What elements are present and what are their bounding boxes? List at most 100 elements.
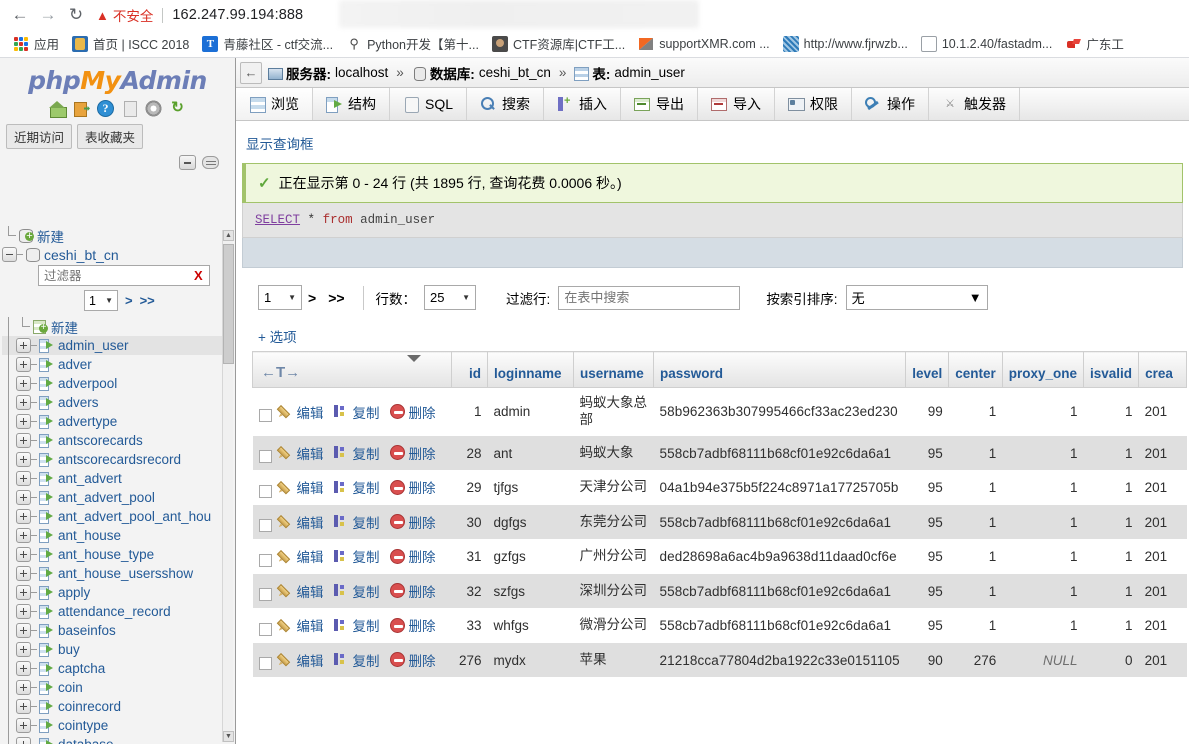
delete-row-button[interactable]: 删除 <box>389 443 436 463</box>
sidebar-scrollbar[interactable]: ▲ ▼ <box>222 230 234 742</box>
edit-row-button[interactable]: 编辑 <box>278 443 324 463</box>
last-page-button[interactable]: >> <box>328 290 344 306</box>
tab-favorites[interactable]: 表收藏夹 <box>77 124 144 149</box>
tree-page-select[interactable]: 1 ▼ <box>84 290 118 311</box>
tab-insert[interactable]: 插入 <box>544 88 622 120</box>
table-filter-input[interactable] <box>38 265 210 286</box>
column-header-center[interactable]: center <box>948 351 1003 388</box>
bookmark-ctf[interactable]: CTF资源库|CTF工... <box>487 32 633 55</box>
expand-toggle-icon[interactable] <box>16 661 31 676</box>
tab-export[interactable]: 导出 <box>621 88 699 120</box>
column-header-loginname[interactable]: loginname <box>487 351 574 388</box>
expand-toggle-icon[interactable] <box>16 528 31 543</box>
row-select-checkbox[interactable] <box>258 450 272 464</box>
sidebar-table-advertype[interactable]: advertype <box>2 412 234 431</box>
tree-item-new-table[interactable]: 新建 <box>2 317 234 336</box>
docs-icon[interactable] <box>121 100 138 117</box>
collapse-all-icon[interactable] <box>179 155 196 170</box>
next-page-button[interactable]: > <box>308 290 316 306</box>
refresh-icon[interactable]: ↻ <box>169 100 186 117</box>
sort-direction-icon[interactable]: ←T→ <box>261 364 300 381</box>
expand-toggle-icon[interactable] <box>16 433 31 448</box>
table-row[interactable]: 编辑 复制 删除 29 tjfgs 天津分公司 04a1b94e375b5f224c8971… <box>252 470 1187 505</box>
rows-per-page-select[interactable]: 25 ▼ <box>424 285 477 310</box>
collapse-toggle-icon[interactable] <box>2 247 17 262</box>
expand-toggle-icon[interactable] <box>16 338 31 353</box>
tree-next-page[interactable]: > <box>125 293 133 308</box>
delete-row-button[interactable]: 删除 <box>389 581 436 601</box>
expand-toggle-icon[interactable] <box>16 376 31 391</box>
bookmark-fjrwzb[interactable]: http://www.fjrwzb... <box>778 34 916 54</box>
breadcrumb-db-value[interactable]: ceshi_bt_cn <box>479 65 551 80</box>
expand-toggle-icon[interactable] <box>16 566 31 581</box>
scroll-down-arrow[interactable]: ▼ <box>223 731 234 742</box>
table-row[interactable]: 编辑 复制 删除 28 ant 蚂蚁大象 558cb7adbf68111b68cf01e92… <box>252 435 1187 471</box>
home-icon[interactable] <box>49 100 67 118</box>
edit-row-button[interactable]: 编辑 <box>278 512 324 532</box>
table-row[interactable]: 编辑 复制 删除 33 whfgs 微滑分公司 558cb7adbf68111b68cf01… <box>252 608 1187 643</box>
sidebar-table-adverpool[interactable]: adverpool <box>2 374 234 393</box>
help-icon[interactable]: ? <box>97 100 114 117</box>
sidebar-table-ant-house-type[interactable]: ant_house_type <box>2 545 234 564</box>
table-row[interactable]: 编辑 复制 删除 276 mydx 苹果 21218cca77804d2ba1922c33e… <box>252 642 1187 678</box>
edit-row-button[interactable]: 编辑 <box>278 402 324 422</box>
sidebar-table-database[interactable]: database <box>2 735 234 744</box>
delete-row-button[interactable]: 删除 <box>389 650 436 670</box>
copy-row-button[interactable]: 复制 <box>333 615 380 635</box>
expand-toggle-icon[interactable] <box>16 642 31 657</box>
exit-icon[interactable] <box>73 100 90 117</box>
sidebar-table-attendance-record[interactable]: attendance_record <box>2 602 234 621</box>
sidebar-table-baseinfos[interactable]: baseinfos <box>2 621 234 640</box>
tab-browse[interactable]: 浏览 <box>236 88 313 120</box>
row-select-checkbox[interactable] <box>258 622 272 636</box>
bookmark-python[interactable]: ⚲ Python开发【第十... <box>341 32 487 55</box>
tab-structure[interactable]: 结构 <box>313 88 390 120</box>
show-query-box-link[interactable]: 显示查询框 <box>236 121 314 163</box>
expand-toggle-icon[interactable] <box>16 604 31 619</box>
expand-toggle-icon[interactable] <box>16 623 31 638</box>
phpmyadmin-logo[interactable]: phpMyAdmin <box>0 58 235 97</box>
back-arrow-icon[interactable]: ← <box>6 1 34 29</box>
expand-toggle-icon[interactable] <box>16 699 31 714</box>
sidebar-table-admin-user[interactable]: admin_user <box>2 336 234 355</box>
column-header-actions[interactable]: ←T→ <box>252 351 452 388</box>
row-select-checkbox[interactable] <box>258 657 272 671</box>
column-header-id[interactable]: id <box>451 351 488 388</box>
tab-triggers[interactable]: ⚔ 触发器 <box>929 88 1021 120</box>
expand-toggle-icon[interactable] <box>16 357 31 372</box>
edit-row-button[interactable]: 编辑 <box>278 615 324 635</box>
scroll-thumb[interactable] <box>223 244 234 364</box>
tab-recent[interactable]: 近期访问 <box>6 124 73 149</box>
column-header-username[interactable]: username <box>573 351 654 388</box>
expand-toggle-icon[interactable] <box>16 490 31 505</box>
breadcrumb-back-button[interactable]: ← <box>240 61 262 84</box>
expand-toggle-icon[interactable] <box>16 509 31 524</box>
tab-privileges[interactable]: 权限 <box>775 88 853 120</box>
copy-row-button[interactable]: 复制 <box>333 443 380 463</box>
bookmark-iscc[interactable]: 首页 | ISCC 2018 <box>67 32 197 55</box>
sidebar-table-adver[interactable]: adver <box>2 355 234 374</box>
settings-gear-icon[interactable] <box>145 100 162 117</box>
copy-row-button[interactable]: 复制 <box>333 402 380 422</box>
bookmark-apps[interactable]: 应用 <box>8 32 67 55</box>
sidebar-table-coin[interactable]: coin <box>2 678 234 697</box>
delete-row-button[interactable]: 删除 <box>389 477 436 497</box>
tree-item-database-ceshi-bt-cn[interactable]: ceshi_bt_cn <box>2 245 234 264</box>
tab-sql[interactable]: SQL <box>390 88 468 120</box>
filter-rows-input[interactable] <box>558 285 741 310</box>
dropdown-caret-icon[interactable] <box>407 355 421 362</box>
delete-row-button[interactable]: 删除 <box>389 402 436 422</box>
copy-row-button[interactable]: 复制 <box>333 512 380 532</box>
row-select-checkbox[interactable] <box>258 519 272 533</box>
column-header-proxy-one[interactable]: proxy_one <box>1001 351 1085 388</box>
sidebar-table-coinrecord[interactable]: coinrecord <box>2 697 234 716</box>
expand-toggle-icon[interactable] <box>16 680 31 695</box>
expand-toggle-icon[interactable] <box>16 395 31 410</box>
page-number-select[interactable]: 1 ▼ <box>258 285 302 310</box>
column-header-isvalid[interactable]: isvalid <box>1083 351 1140 388</box>
edit-row-button[interactable]: 编辑 <box>278 546 324 566</box>
options-toggle-link[interactable]: + 选项 <box>236 310 297 351</box>
sidebar-table-apply[interactable]: apply <box>2 583 234 602</box>
delete-row-button[interactable]: 删除 <box>389 546 436 566</box>
expand-toggle-icon[interactable] <box>16 737 31 744</box>
